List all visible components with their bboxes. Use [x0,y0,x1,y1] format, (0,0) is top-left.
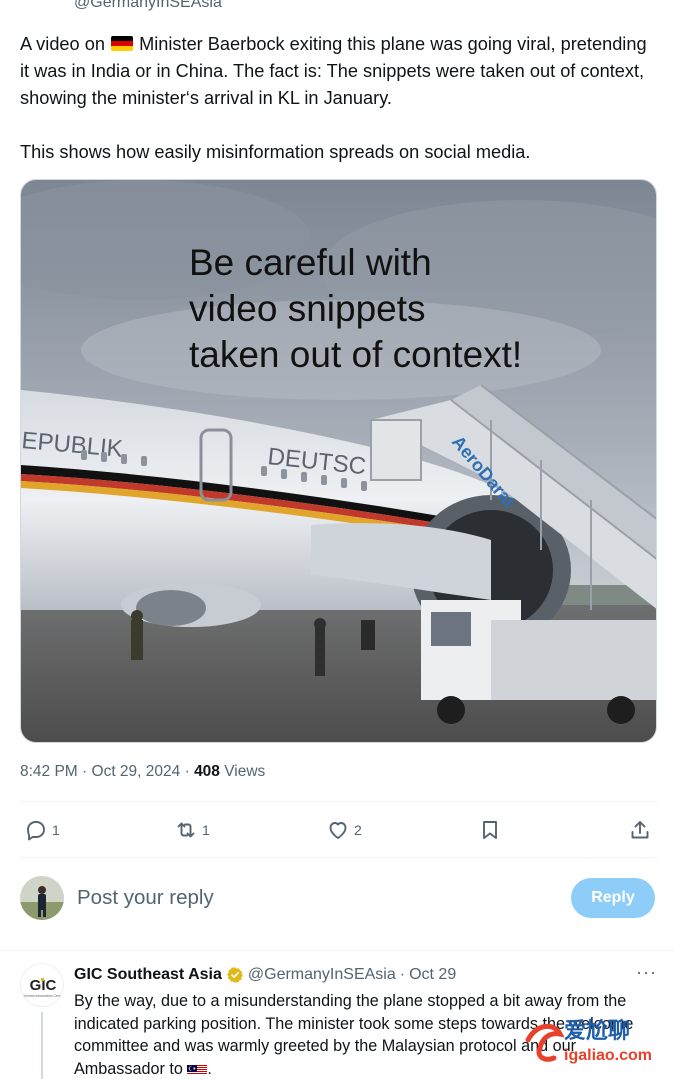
bookmark-action-button[interactable] [478,810,502,850]
malaysia-flag-icon [187,1062,208,1075]
thread-connector [41,1012,43,1079]
watermark-url: igaliao.com [564,1047,652,1064]
tweet-meta: 8:42 PM · Oct 29, 2024 · 408 Views [20,763,265,781]
more-options-icon[interactable]: ··· [636,962,657,983]
gic-logo-subtext: German Information Centre [22,994,63,998]
divider [20,801,657,802]
reply-action-button[interactable]: 1 [24,810,60,850]
views-label: Views [219,763,266,780]
top-handle[interactable]: @GermanyInSEAsia [74,0,222,12]
tweet-date[interactable]: Oct 29, 2024 [92,763,181,780]
views-count: 408 [194,763,220,780]
tweet-time[interactable]: 8:42 PM [20,763,78,780]
reply-submit-button[interactable]: Reply [571,878,655,918]
overlay-line-3: taken out of context! [189,334,523,375]
overlay-line-2: video snippets [189,288,426,329]
repost-count: 1 [202,822,210,838]
tweet-video[interactable]: EPUBLIK DEUTSC AeroDarat Be careful with… [20,179,657,743]
reply-author-handle[interactable]: @GermanyInSEAsia [248,966,396,984]
reply-count: 1 [52,822,60,838]
meta-separator: · [77,763,92,780]
reply-input[interactable]: Post your reply [77,886,214,910]
reply-header: GIC Southeast Asia @GermanyInSEAsia · Oc… [74,966,456,984]
meta-separator: · [180,763,195,780]
tweet-text-second-paragraph: This shows how easily misinformation spr… [20,142,531,162]
divider [0,950,674,951]
overlay-line-1: Be careful with [189,242,432,283]
like-action-button[interactable]: 2 [326,810,362,850]
repost-action-button[interactable]: 1 [174,810,210,850]
video-overlay-caption: Be careful with video snippets taken out… [189,240,522,378]
verified-badge-icon [227,967,243,983]
repost-icon [177,822,195,838]
user-avatar-image [20,876,64,920]
tweet-text-start: A video on [20,34,105,54]
germany-flag-icon [111,36,134,51]
tweet-text: A video on Minister Baerbock exiting thi… [20,31,650,166]
reply-icon [27,821,45,841]
bookmark-icon [483,821,497,839]
gic-avatar[interactable]: GIC German Information Centre [20,963,64,1007]
watermark-logo-text: 爱尬聊 [564,1018,630,1044]
share-icon [631,821,649,839]
reply-author-name[interactable]: GIC Southeast Asia [74,966,222,984]
divider [20,857,657,858]
share-action-button[interactable] [628,810,652,850]
reply-separator: · [399,966,406,983]
reply-body-end: . [207,1059,212,1078]
tweet-actions: 1 1 2 [20,810,657,850]
gic-logo-icon: GIC German Information Centre [22,977,63,998]
user-avatar[interactable] [20,876,64,920]
heart-icon [329,822,347,839]
like-count: 2 [354,822,362,838]
site-watermark: 爱尬聊 igaliao.com [520,1010,670,1070]
reply-date[interactable]: Oct 29 [409,966,456,984]
reply-composer: Post your reply Reply [20,876,657,922]
